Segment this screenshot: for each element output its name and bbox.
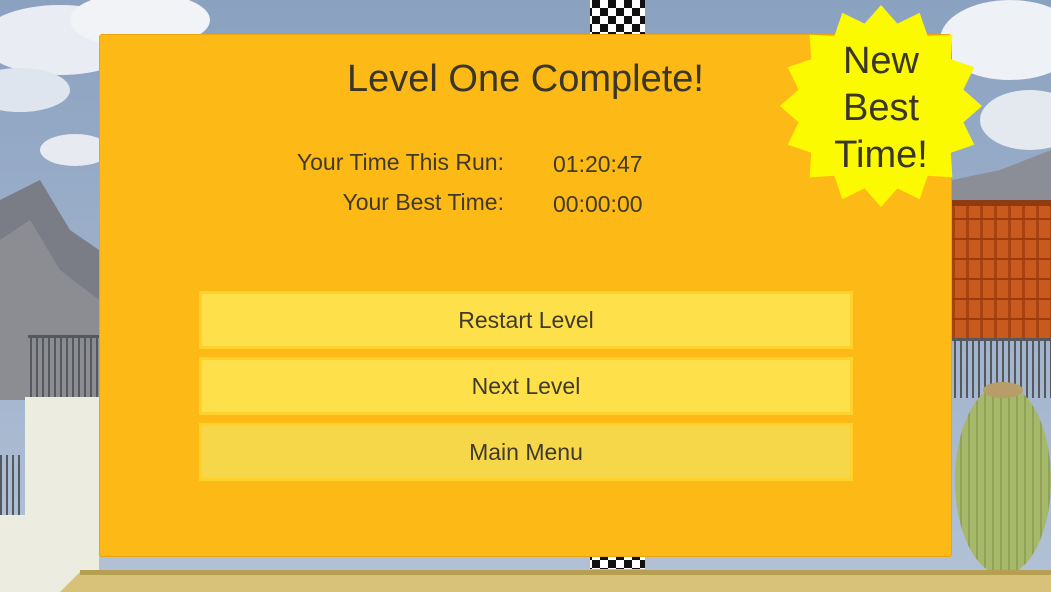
restart-level-button[interactable]: Restart Level [199,291,853,349]
badge-line-2: Best [842,87,920,129]
main-menu-button[interactable]: Main Menu [199,423,853,481]
next-level-button[interactable]: Next Level [199,357,853,415]
time-this-run-value: 01:20:47 [553,151,643,177]
time-this-run-label: Your Time This Run: [296,149,504,175]
best-time-value: 00:00:00 [553,191,643,217]
best-time-label: Your Best Time: [342,189,504,215]
badge-line-1: New [842,40,920,82]
new-best-time-badge: New Best Time! [777,38,985,179]
badge-line-3: Time! [834,134,928,176]
